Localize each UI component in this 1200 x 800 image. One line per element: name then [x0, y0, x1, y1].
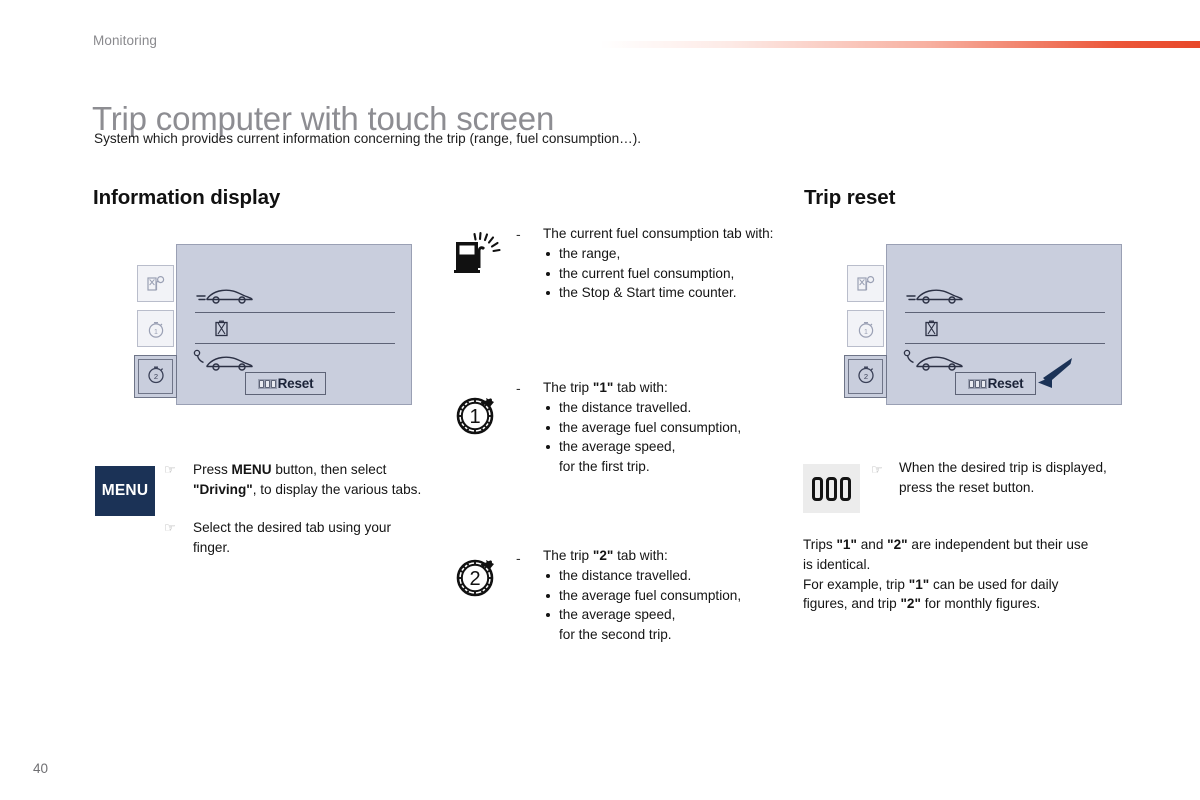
odometer-reset-button-icon [803, 464, 860, 513]
svg-text:2: 2 [469, 568, 480, 590]
screen-divider-1 [195, 312, 395, 313]
screen-row-range-2 [905, 283, 1105, 310]
screen-row-consumption-2 [923, 319, 1123, 344]
stopwatch-2-icon: 2 [452, 559, 504, 606]
tab-trip-1[interactable]: 1 [137, 310, 174, 347]
tab-fuel-consumption[interactable] [847, 265, 884, 302]
screen-divider-1 [905, 312, 1105, 313]
odometer-digit [840, 476, 851, 501]
item-dash-1: - [516, 226, 521, 242]
car-speed-icon [903, 349, 963, 371]
tab-fuel-consumption[interactable] [137, 265, 174, 302]
tab-trip-2[interactable]: 2 [134, 355, 177, 398]
screen-reset-label: Reset [277, 376, 314, 391]
svg-text:1: 1 [864, 328, 868, 335]
odometer-glyph-icon [257, 378, 277, 389]
pointing-hand-icon-1: ☞ [164, 462, 176, 477]
car-range-icon [906, 289, 963, 304]
item-dash-3: - [516, 550, 521, 566]
display-tab-column-reset: 1 2 [844, 265, 891, 406]
tab-trip-1[interactable]: 1 [847, 310, 884, 347]
stopwatch-2-tab-icon: 2 [854, 362, 878, 391]
reset-pointer-arrow-icon [1038, 358, 1072, 388]
instruction-select-tab: Select the desired tab using your finger… [193, 520, 391, 555]
fuel-canister-icon [925, 320, 938, 337]
svg-text:2: 2 [153, 372, 157, 381]
para-line-1: Trips "1" and "2" are independent but th… [803, 537, 1089, 552]
tab-trip-2-inner: 2 [138, 359, 173, 394]
instruction-press-reset: When the desired trip is displayed, pres… [899, 460, 1107, 495]
stopwatch-1-icon: 1 [452, 397, 504, 444]
odometer-digit [812, 476, 823, 501]
svg-text:2: 2 [863, 372, 867, 381]
list-item-fuel-consumption [452, 228, 502, 281]
pointing-hand-icon-3: ☞ [871, 462, 883, 477]
svg-text:1: 1 [154, 328, 158, 335]
bullet: the distance travelled. [543, 566, 791, 586]
item-bullets-1: the range, the current fuel consumption,… [543, 244, 791, 303]
car-speed-icon [193, 349, 253, 371]
item-bullets-2: the distance travelled. the average fuel… [543, 398, 791, 477]
bullet: the average fuel consumption, [543, 418, 791, 438]
display-screen: Reset [176, 244, 412, 405]
item-bullets-3: the distance travelled. the average fuel… [543, 566, 791, 645]
section-label: Monitoring [93, 33, 158, 48]
page-number: 40 [33, 761, 49, 776]
list-item-trip-1: 1 [452, 388, 504, 445]
odometer-glyph-icon [967, 378, 987, 389]
screen-divider-2 [195, 343, 395, 344]
item-body-trip-2: The trip "2" tab with: the distance trav… [543, 546, 791, 645]
screen-reset-button[interactable]: Reset [245, 372, 326, 395]
screen-reset-label: Reset [987, 376, 1024, 391]
item-lead-1: The current fuel consumption tab with: [543, 226, 774, 241]
stopwatch-2-tab-icon: 2 [144, 362, 168, 391]
list-item-trip-2: 2 [452, 550, 504, 607]
bullet: the Stop & Start time counter. [543, 283, 791, 303]
stopwatch-1-tab-icon: 1 [848, 311, 883, 346]
bullet: the average fuel consumption, [543, 586, 791, 606]
screen-row-consumption [213, 319, 413, 344]
fuel-consumption-tab-icon [138, 266, 173, 301]
tab-trip-2[interactable]: 2 [844, 355, 887, 398]
item-body-trip-1: The trip "1" tab with: the distance trav… [543, 378, 791, 477]
trip-reset-illustration: Reset 1 2 [844, 240, 1122, 406]
stopwatch-1-tab-icon: 1 [138, 311, 173, 346]
item-body-fuel-consumption: The current fuel consumption tab with: t… [543, 224, 791, 303]
svg-text:1: 1 [469, 406, 480, 428]
screen-divider-2 [905, 343, 1105, 344]
bullet: the distance travelled. [543, 398, 791, 418]
bullet: the average speed, [543, 437, 791, 457]
display-tab-column: 1 2 [134, 265, 181, 406]
pointing-hand-icon-2: ☞ [164, 520, 176, 535]
menu-button[interactable]: MENU [95, 466, 155, 516]
heading-trip-reset: Trip reset [804, 186, 896, 209]
bullet-continuation: for the first trip. [559, 459, 650, 475]
item-dash-2: - [516, 380, 521, 396]
instruction-press-menu: Press MENU button, then select "Driving"… [193, 462, 422, 497]
para-line-3: For example, trip "1" can be used for da… [803, 576, 1059, 592]
tab-trip-2-inner: 2 [848, 359, 883, 394]
bullet-continuation: for the second trip. [559, 627, 672, 643]
heading-information-display: Information display [93, 186, 281, 209]
fuel-consumption-tab-icon [848, 266, 883, 301]
bullet: the current fuel consumption, [543, 264, 791, 284]
screen-row-range [195, 283, 395, 310]
bullet: the average speed, [543, 605, 791, 625]
fuel-canister-icon [215, 320, 228, 337]
para-line-4: figures, and trip "2" for monthly figure… [803, 596, 1041, 612]
display-screen-reset: Reset [886, 244, 1122, 405]
item-lead-3: The trip "2" tab with: [543, 548, 668, 563]
header-accent-rule [600, 41, 1200, 48]
information-display-illustration: Reset 1 2 [134, 240, 412, 406]
item-lead-2: The trip "1" tab with: [543, 380, 668, 395]
para-line-2: is identical. [803, 556, 871, 572]
bullet: the range, [543, 244, 791, 264]
odometer-digit [826, 476, 837, 501]
fuel-pump-icon [452, 231, 502, 280]
page-intro-text: System which provides current informatio… [94, 131, 642, 146]
car-range-icon [196, 289, 253, 304]
trip-independence-paragraph: Trips "1" and "2" are independent but th… [803, 535, 1143, 614]
